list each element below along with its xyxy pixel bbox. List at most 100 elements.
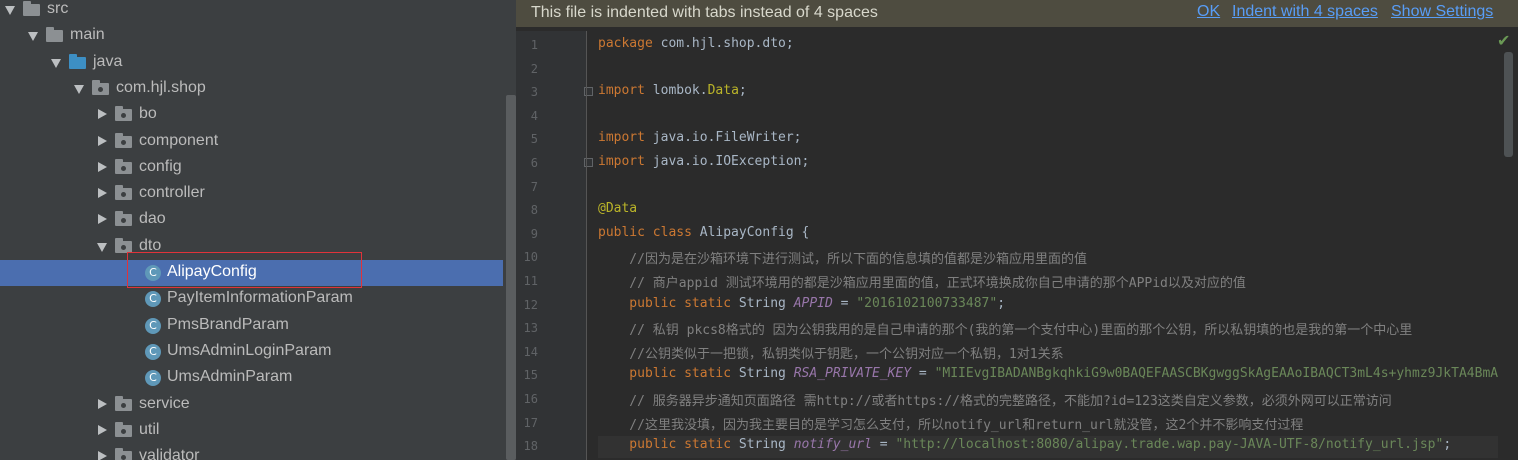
code-line[interactable]: @Data	[598, 201, 637, 216]
code-line[interactable]: //这里我没填，因为我主要目的是学习怎么支付，所以notify_url和retu…	[598, 414, 1303, 433]
tree-item-label: com.hjl.shop	[116, 78, 206, 96]
line-number: 1	[530, 38, 538, 52]
folder-icon	[23, 1, 40, 16]
code-line[interactable]: public static String notify_url = "http:…	[598, 437, 1451, 452]
line-number: 17	[523, 415, 538, 430]
line-number-gutter[interactable]: 1 2 3 4 5 6 7 8 9 10 11 12 13 14 15 16 17 18	[516, 31, 593, 460]
tree-item-src[interactable]: src	[0, 0, 503, 23]
chevron-right-icon[interactable]	[98, 398, 107, 409]
chevron-down-icon[interactable]	[97, 242, 107, 252]
line-number: 11	[523, 274, 538, 288]
tree-item-umsadminparam[interactable]: C UmsAdminParam	[0, 365, 503, 391]
line-number: 10	[523, 250, 538, 265]
chevron-right-icon[interactable]	[98, 188, 107, 199]
show-settings-link[interactable]: Show Settings	[1391, 3, 1493, 21]
folder-icon	[46, 27, 63, 43]
tree-scrollbar-thumb[interactable]	[506, 95, 516, 460]
project-tree-panel: src main java com.hjl.shop bo component config…	[0, 0, 516, 460]
code-line[interactable]: //公钥类似于一把锁，私钥类似于钥匙，一个公钥对应一个私钥，1对1关系	[598, 343, 1063, 362]
code-line[interactable]: // 商户appid 测试环境用的都是沙箱应用里面的值，正式环境换成你自己申请的…	[598, 272, 1246, 291]
editor-scrollbar-thumb[interactable]	[1504, 52, 1513, 157]
line-number: 3	[530, 85, 538, 100]
chevron-down-icon[interactable]	[74, 84, 84, 94]
chevron-right-icon[interactable]	[98, 451, 107, 460]
code-token: import	[598, 130, 645, 146]
package-icon	[115, 237, 132, 253]
package-icon	[115, 421, 132, 437]
chevron-down-icon[interactable]	[28, 32, 38, 42]
tree-item-java[interactable]: java	[0, 50, 503, 76]
code-line[interactable]: import lombok.Data;	[598, 83, 747, 98]
code-token: // 私钥 pkcs8格式的 因为公钥我用的是自己申请的那个(我的第一个支付中心…	[598, 323, 1413, 339]
chevron-right-icon[interactable]	[98, 424, 107, 435]
code-token: import	[598, 83, 645, 99]
code-line[interactable]: import java.io.FileWriter;	[598, 130, 802, 145]
code-token: Data	[707, 83, 739, 99]
code-line[interactable]: // 服务器异步通知页面路径 需http://或者https://格式的完整路径…	[598, 390, 1392, 409]
code-line[interactable]: public class AlipayConfig {	[598, 225, 809, 240]
tree-item-service[interactable]: service	[0, 392, 503, 418]
code-token: ;	[738, 83, 747, 99]
chevron-right-icon[interactable]	[98, 135, 107, 146]
tree-item-validator[interactable]: validator	[0, 444, 503, 460]
line-number: 4	[530, 108, 538, 123]
code-line[interactable]: // 私钥 pkcs8格式的 因为公钥我用的是自己申请的那个(我的第一个支付中心…	[598, 319, 1412, 338]
code-line[interactable]: public static String RSA_PRIVATE_KEY = "…	[598, 366, 1498, 381]
code-token: ;	[1443, 437, 1452, 453]
tree-item-label: config	[139, 157, 182, 175]
class-icon: C	[145, 291, 161, 308]
inspection-ok-icon[interactable]: ✔	[1497, 31, 1510, 50]
tree-item-label: UmsAdminParam	[167, 368, 293, 386]
tree-item-main[interactable]: main	[0, 23, 503, 49]
tree-item-com-hjl-shop[interactable]: com.hjl.shop	[0, 76, 503, 102]
tree-item-component[interactable]: component	[0, 129, 503, 155]
ok-link[interactable]: OK	[1197, 3, 1220, 21]
folder-icon	[69, 53, 86, 69]
tree-item-config[interactable]: config	[0, 155, 503, 181]
chevron-right-icon[interactable]	[98, 109, 107, 120]
package-icon	[115, 132, 132, 148]
line-number: 13	[523, 321, 538, 336]
package-icon	[115, 211, 132, 227]
tree-item-util[interactable]: util	[0, 418, 503, 444]
code-line[interactable]: import java.io.IOException;	[598, 154, 809, 169]
code-token: APPID	[793, 295, 833, 311]
line-number: 7	[530, 179, 538, 194]
line-number: 2	[530, 61, 538, 76]
line-number: 12	[523, 297, 538, 312]
chevron-down-icon[interactable]	[5, 6, 15, 15]
chevron-right-icon[interactable]	[98, 161, 107, 172]
line-number: 16	[523, 392, 538, 406]
code-token: //因为是在沙箱环境下进行测试，所以下面的信息填的值都是沙箱应用里面的值	[598, 252, 1087, 268]
chevron-right-icon[interactable]	[98, 214, 107, 225]
code-line[interactable]: //因为是在沙箱环境下进行测试，所以下面的信息填的值都是沙箱应用里面的值	[598, 248, 1087, 267]
indent-notification-banner: This file is indented with tabs instead …	[516, 0, 1518, 27]
indent-with-spaces-link[interactable]: Indent with 4 spaces	[1232, 3, 1378, 21]
package-icon	[115, 158, 132, 174]
tree-item-label: src	[47, 0, 69, 17]
code-line[interactable]: package com.hjl.shop.dto;	[598, 36, 794, 51]
tree-item-umsadminloginparam[interactable]: C UmsAdminLoginParam	[0, 339, 503, 365]
package-icon	[115, 448, 132, 460]
line-number: 6	[530, 156, 538, 170]
tree-item-pmsbrandparam[interactable]: C PmsBrandParam	[0, 313, 503, 339]
code-editor[interactable]: This file is indented with tabs instead …	[516, 0, 1518, 460]
tree-item-label: dao	[139, 210, 166, 228]
class-icon: C	[145, 317, 161, 334]
tree-item-dao[interactable]: dao	[0, 207, 503, 233]
code-token: public class	[598, 224, 700, 240]
code-token: ;	[997, 295, 1006, 311]
code-token: public static	[598, 437, 739, 453]
code-token: "2016102100733487"	[856, 295, 998, 311]
tree-item-bo[interactable]: bo	[0, 102, 503, 128]
code-token: notify_url	[793, 437, 872, 453]
line-number: 5	[530, 132, 538, 147]
tree-item-label: controller	[139, 184, 205, 202]
tree-item-controller[interactable]: controller	[0, 181, 503, 207]
code-token: String	[738, 295, 794, 311]
tree-item-payiteminformationparam[interactable]: C PayItemInformationParam	[0, 286, 503, 312]
chevron-down-icon[interactable]	[51, 58, 61, 68]
code-token: // 商户appid 测试环境用的都是沙箱应用里面的值，正式环境换成你自己申请的…	[598, 276, 1246, 291]
code-line[interactable]: public static String APPID = "2016102100…	[598, 296, 1005, 311]
code-token: import	[598, 154, 645, 169]
